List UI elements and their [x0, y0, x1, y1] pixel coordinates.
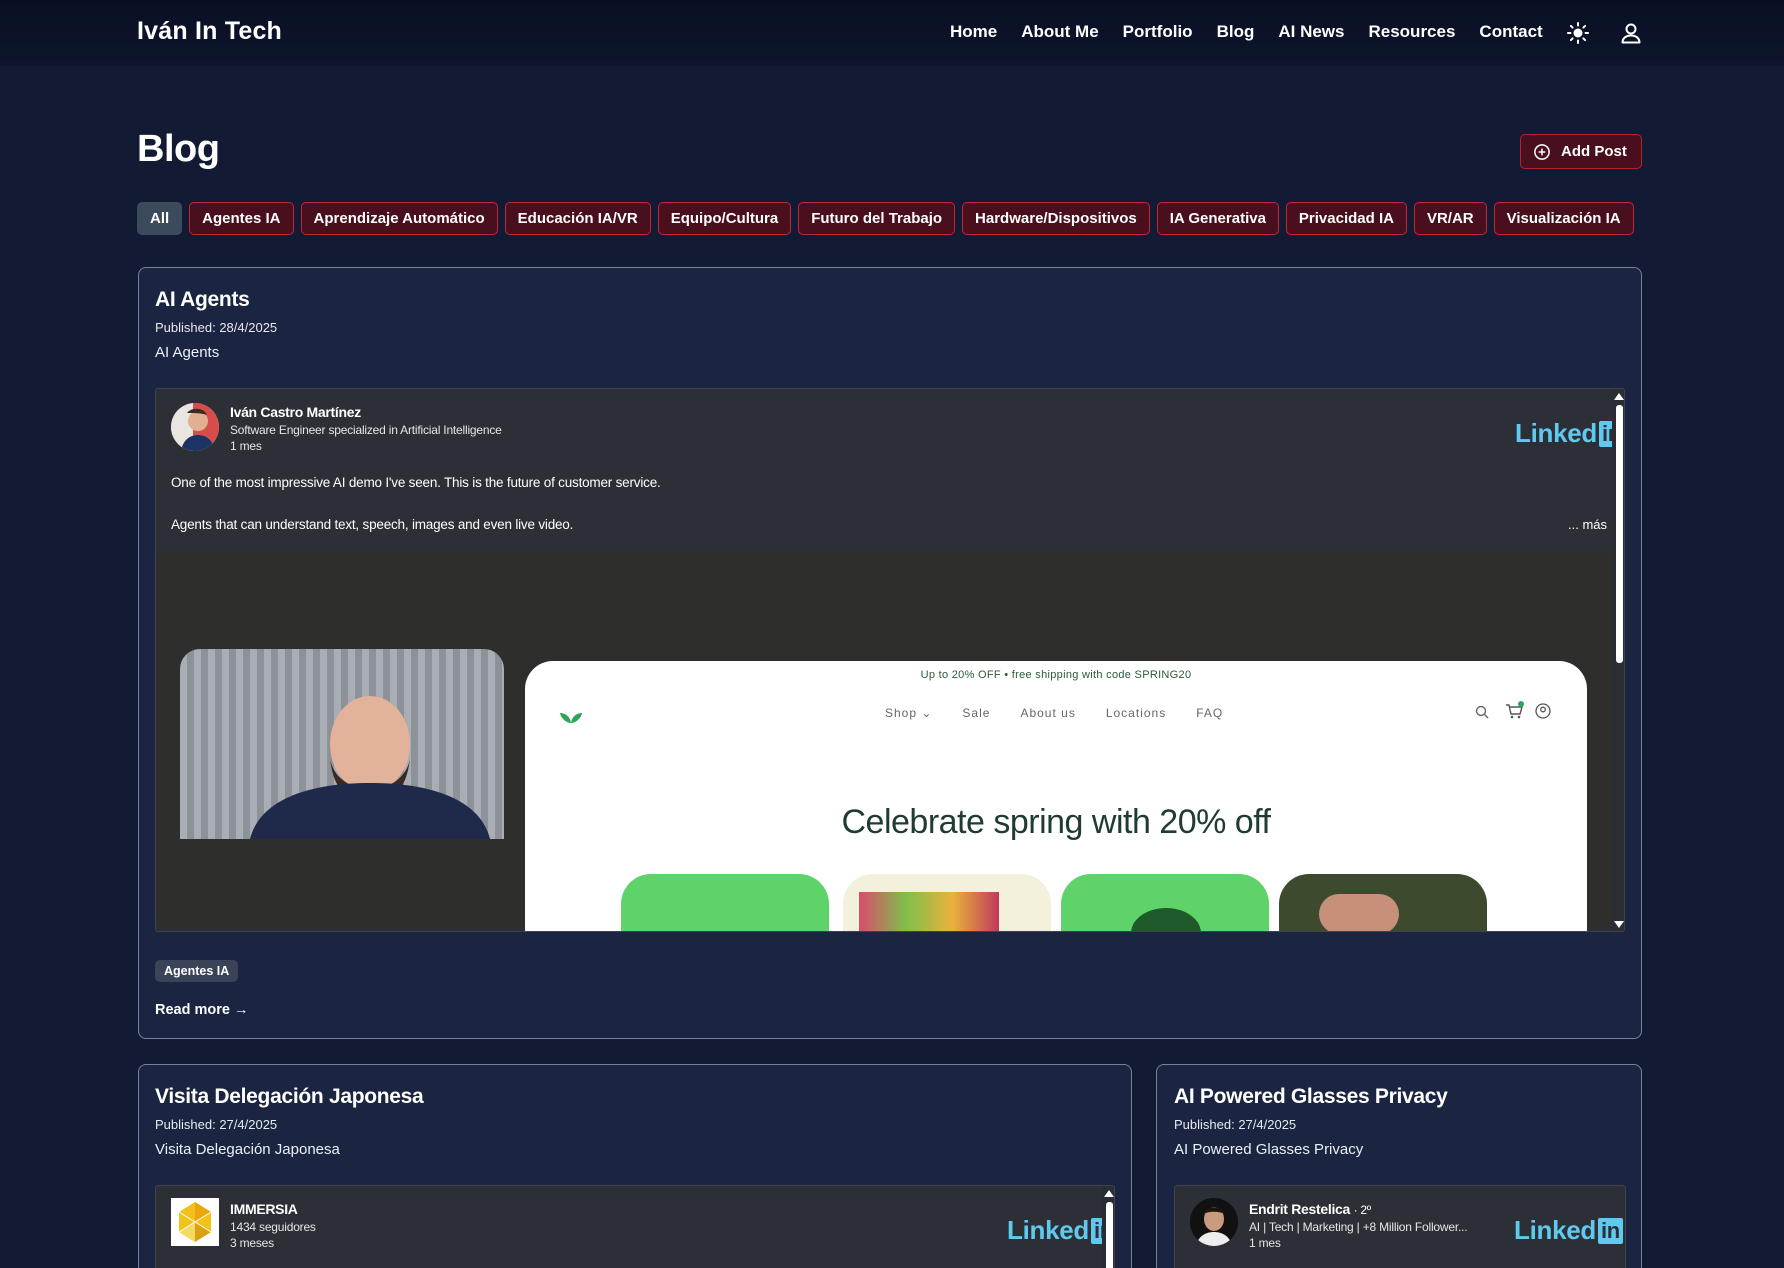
post-subtitle: Visita Delegación Japonesa [155, 1141, 340, 1158]
filter-visualizacion-ia[interactable]: Visualización IA [1493, 202, 1634, 235]
linkedin-in-icon: in [1598, 1217, 1623, 1244]
linkedin-embed[interactable]: Iván Castro Martínez Software Engineer s… [155, 388, 1625, 932]
embed-headline: Software Engineer specialized in Artific… [230, 423, 502, 437]
embed-text-line: Agents that can understand text, speech,… [171, 517, 574, 532]
embed-author-name: Endrit Restelica [1249, 1201, 1351, 1217]
see-more-link[interactable]: ... más [1568, 517, 1607, 532]
company-logo [171, 1198, 219, 1246]
webpage-nav-item: FAQ [1196, 706, 1224, 720]
filter-vr-ar[interactable]: VR/AR [1413, 202, 1487, 235]
embed-time: 1 mes [230, 439, 262, 453]
embed-author[interactable]: Iván Castro Martínez [230, 404, 361, 420]
webpage-nav: Shop ⌄ Sale About us Locations FAQ [885, 706, 1223, 720]
embed-headline: 1434 seguidores [230, 1220, 316, 1234]
webpage-nav-item: Shop ⌄ [885, 706, 933, 720]
scroll-up-arrow-icon[interactable] [1614, 393, 1624, 400]
nav-about-me[interactable]: About Me [1021, 22, 1098, 42]
plus-circle-icon [1534, 143, 1550, 160]
nav-links: Home About Me Portfolio Blog AI News Res… [950, 22, 1543, 42]
embed-author[interactable]: Endrit Restelica · 2º [1249, 1201, 1371, 1217]
linkedin-logo[interactable]: Linkedin [1514, 1215, 1623, 1246]
post-card: AI Powered Glasses Privacy Published: 27… [1156, 1064, 1642, 1268]
search-icon [1475, 705, 1489, 719]
cart-icon [1506, 701, 1524, 719]
read-more-link[interactable]: Read more → [155, 1002, 248, 1018]
filter-aprendizaje-automatico[interactable]: Aprendizaje Automático [300, 202, 498, 235]
post-date: Published: 28/4/2025 [155, 320, 278, 335]
product-tile [843, 874, 1051, 931]
post-tag[interactable]: Agentes IA [155, 960, 239, 982]
video-person-thumbnail [180, 649, 504, 839]
linkedin-embed[interactable]: IMMERSIA 1434 seguidores 3 meses Linkedi… [155, 1185, 1115, 1268]
embed-scrollbar[interactable] [1102, 1186, 1114, 1268]
sun-icon[interactable] [1566, 21, 1590, 45]
linkedin-embed[interactable]: Endrit Restelica · 2º AI | Tech | Market… [1174, 1185, 1626, 1268]
filter-privacidad-ia[interactable]: Privacidad IA [1285, 202, 1407, 235]
nav-home[interactable]: Home [950, 22, 997, 42]
embed-author[interactable]: IMMERSIA [230, 1201, 298, 1217]
filter-all[interactable]: All [137, 202, 183, 235]
filter-hardware-dispositivos[interactable]: Hardware/Dispositivos [962, 202, 1150, 235]
product-tile [1279, 874, 1487, 931]
scroll-up-arrow-icon[interactable] [1104, 1190, 1114, 1197]
nav-blog[interactable]: Blog [1217, 22, 1255, 42]
promo-banner: Up to 20% OFF • free shipping with code … [920, 669, 1192, 681]
account-icon [1535, 703, 1551, 719]
post-title[interactable]: AI Agents [155, 288, 250, 312]
video-webpage-frame: Up to 20% OFF • free shipping with code … [525, 661, 1587, 931]
post-title[interactable]: AI Powered Glasses Privacy [1174, 1085, 1448, 1109]
top-navbar: Iván In Tech Home About Me Portfolio Blo… [0, 0, 1784, 66]
add-post-button[interactable]: Add Post [1520, 134, 1642, 169]
embed-time: 3 meses [230, 1236, 274, 1250]
filter-agentes-ia[interactable]: Agentes IA [189, 202, 294, 235]
post-date: Published: 27/4/2025 [1174, 1117, 1297, 1132]
scroll-down-arrow-icon[interactable] [1614, 921, 1624, 928]
post-subtitle: AI Agents [155, 344, 220, 361]
webpage-nav-item: Sale [962, 706, 991, 720]
filter-educacion-ia-vr[interactable]: Educación IA/VR [504, 202, 651, 235]
embed-headline: AI | Tech | Marketing | +8 Million Follo… [1249, 1220, 1468, 1234]
linkedin-wordmark: Linked [1514, 1215, 1596, 1245]
embed-scrollbar[interactable] [1612, 389, 1624, 931]
category-filters: All Agentes IA Aprendizaje Automático Ed… [137, 202, 1634, 235]
leaf-logo-icon [560, 713, 582, 723]
scroll-thumb[interactable] [1106, 1202, 1113, 1268]
webpage-nav-item: Locations [1105, 706, 1167, 720]
author-avatar [1190, 1198, 1238, 1246]
nav-ai-news[interactable]: AI News [1278, 22, 1344, 42]
product-tile [1061, 874, 1269, 931]
filter-equipo-cultura[interactable]: Equipo/Cultura [657, 202, 792, 235]
add-post-label: Add Post [1561, 143, 1627, 160]
nav-contact[interactable]: Contact [1479, 22, 1542, 42]
linkedin-logo[interactable]: Linkedin [1007, 1215, 1114, 1246]
user-icon[interactable] [1619, 21, 1643, 45]
embed-text-line: One of the most impressive AI demo I've … [171, 475, 661, 490]
nav-portfolio[interactable]: Portfolio [1123, 22, 1193, 42]
embed-time: 1 mes [1249, 1236, 1281, 1250]
nav-resources[interactable]: Resources [1368, 22, 1455, 42]
author-avatar [171, 403, 219, 451]
post-date: Published: 27/4/2025 [155, 1117, 278, 1132]
webpage-nav-item: About us [1020, 706, 1076, 720]
connection-degree: · 2º [1353, 1203, 1371, 1217]
filter-futuro-del-trabajo[interactable]: Futuro del Trabajo [798, 202, 956, 235]
brand-logo[interactable]: Iván In Tech [137, 17, 282, 46]
post-subtitle: AI Powered Glasses Privacy [1174, 1141, 1364, 1158]
page-title: Blog [137, 128, 220, 170]
linkedin-wordmark: Linked [1515, 418, 1597, 448]
webpage-headline: Celebrate spring with 20% off [841, 803, 1271, 841]
product-tile [621, 874, 829, 931]
linkedin-logo[interactable]: Linkedin [1515, 418, 1624, 449]
post-title[interactable]: Visita Delegación Japonesa [155, 1085, 424, 1109]
filter-ia-generativa[interactable]: IA Generativa [1156, 202, 1279, 235]
embed-video[interactable]: Up to 20% OFF • free shipping with code … [156, 551, 1616, 931]
linkedin-wordmark: Linked [1007, 1215, 1089, 1245]
post-card: AI Agents Published: 28/4/2025 AI Agents… [138, 267, 1642, 1039]
post-card: Visita Delegación Japonesa Published: 27… [138, 1064, 1132, 1268]
scroll-thumb[interactable] [1616, 405, 1623, 663]
